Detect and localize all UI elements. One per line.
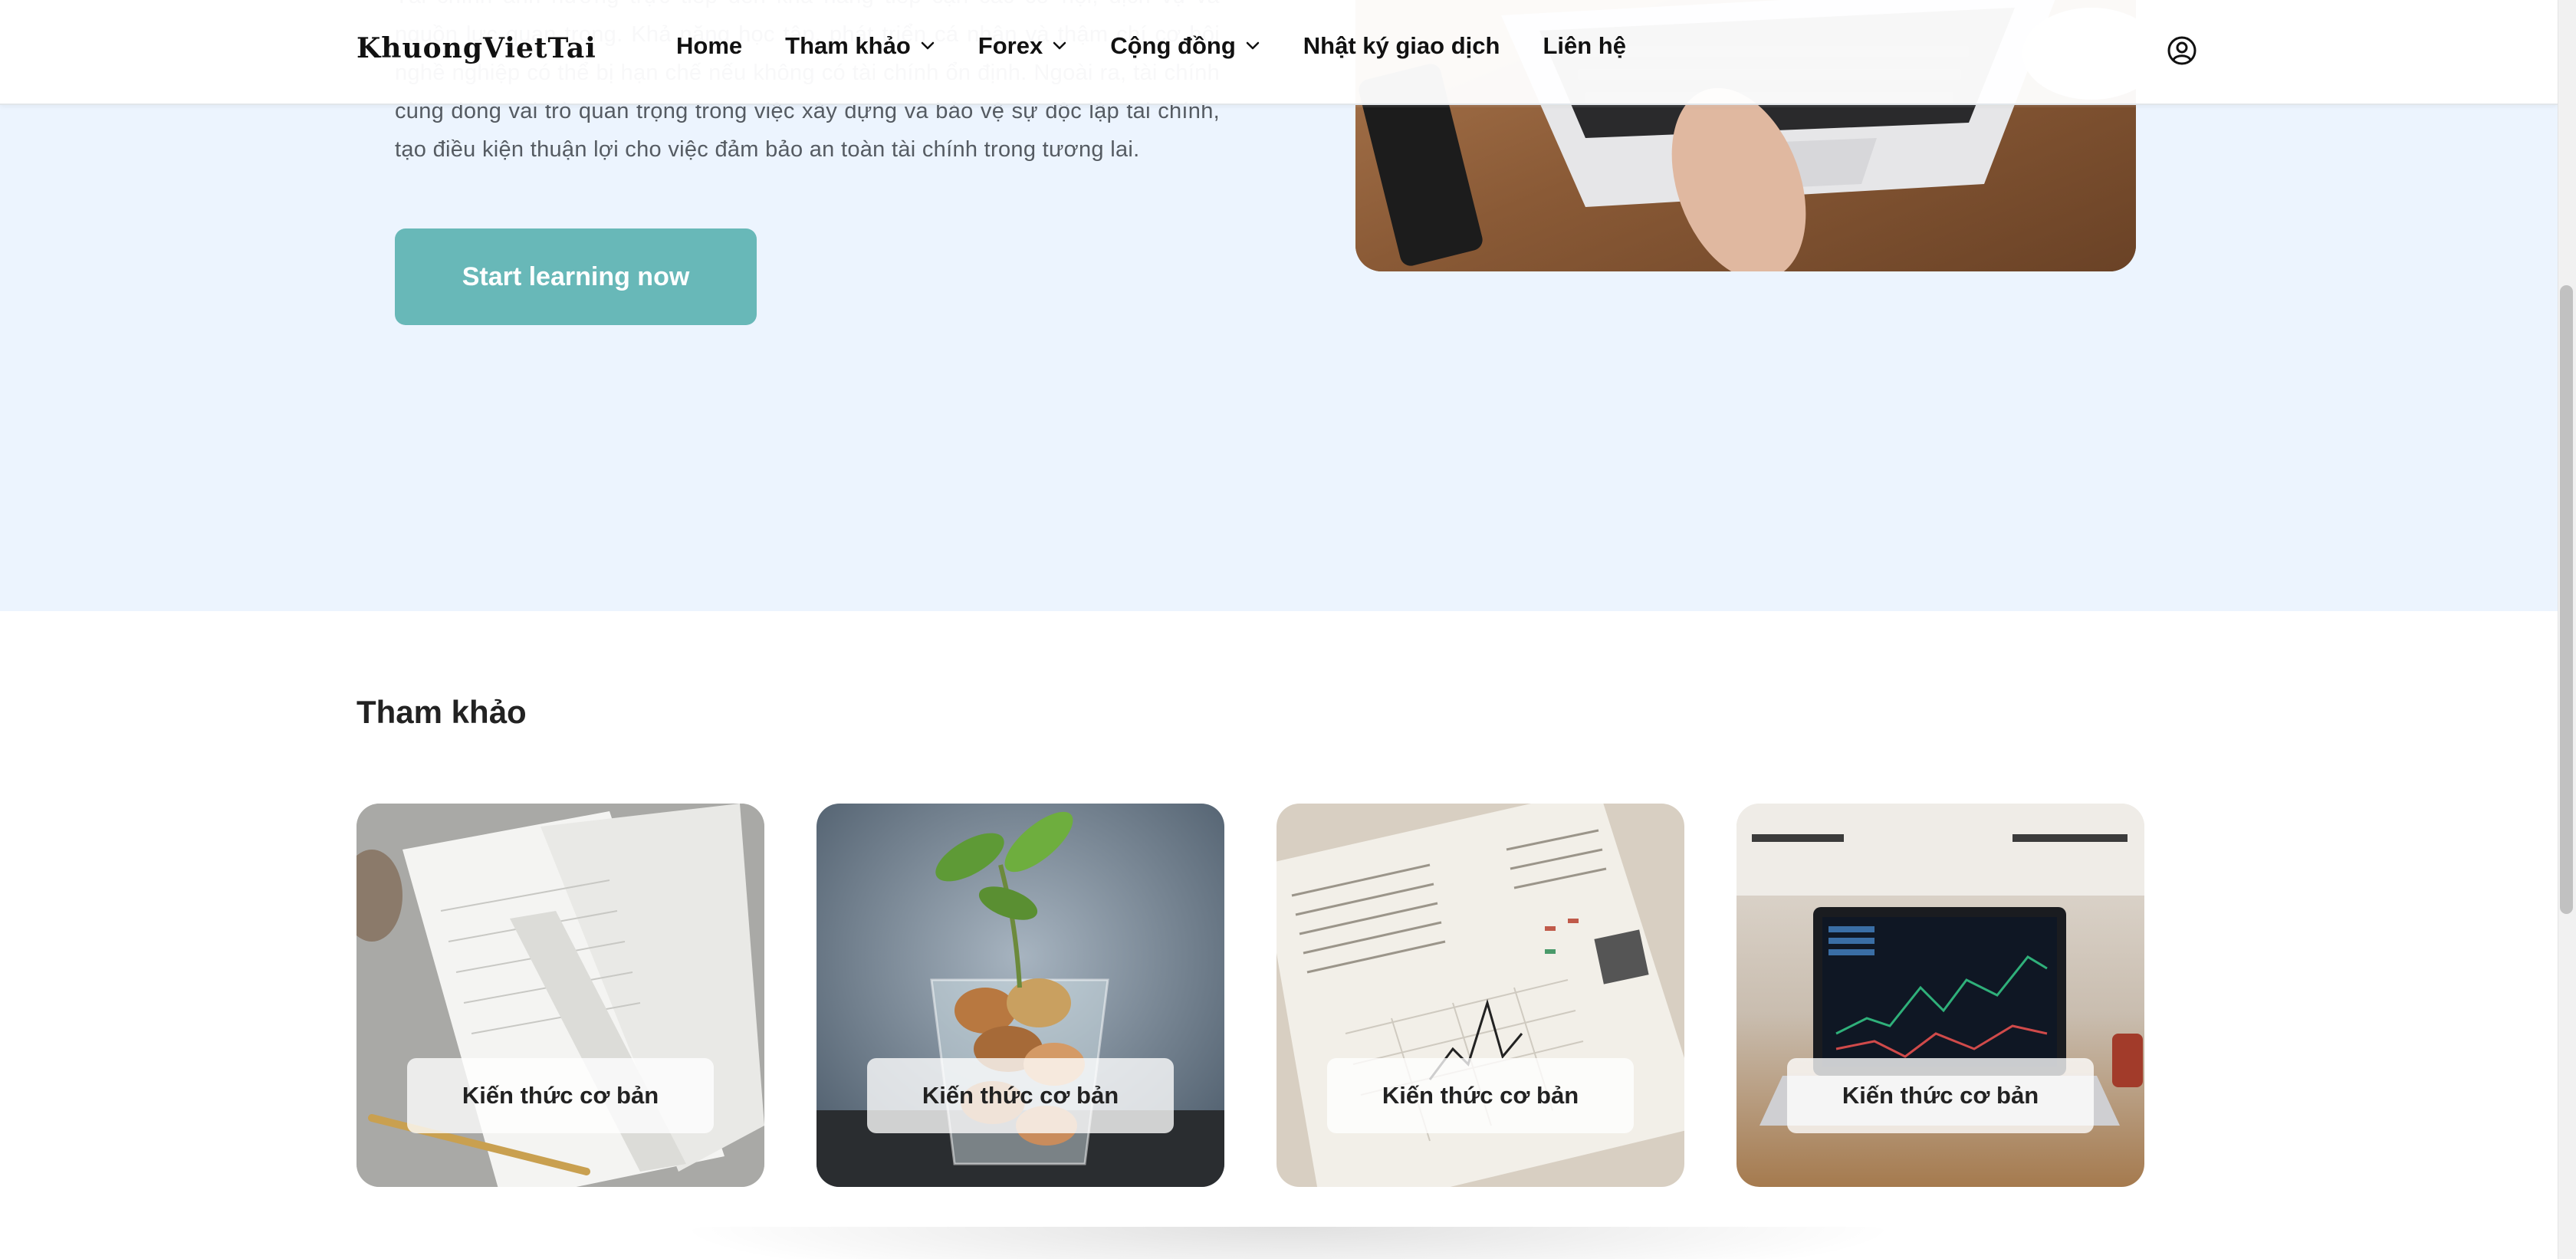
page-scrollbar-thumb[interactable] bbox=[2560, 285, 2573, 914]
reference-card[interactable]: Kiến thức cơ bản bbox=[1737, 804, 2144, 1187]
card-label: Kiến thức cơ bản bbox=[867, 1058, 1174, 1133]
nav-lien-he[interactable]: Liên hệ bbox=[1543, 32, 1626, 60]
section-divider-shadow bbox=[675, 1227, 1901, 1259]
nav-home[interactable]: Home bbox=[676, 32, 742, 60]
nav-nhat-ky-label: Nhật ký giao dịch bbox=[1303, 32, 1500, 59]
nav-home-label: Home bbox=[676, 32, 743, 59]
reference-card[interactable]: Kiến thức cơ bản bbox=[1276, 804, 1684, 1187]
nav-forex-label: Forex bbox=[978, 32, 1043, 59]
site-header: KhuongVietTai Home Tham khảo Forex Cộng … bbox=[0, 0, 2558, 105]
nav-cong-dong[interactable]: Cộng đồng bbox=[1110, 32, 1260, 60]
chevron-down-icon bbox=[1053, 41, 1066, 50]
user-circle-icon[interactable] bbox=[2167, 35, 2197, 66]
card-label: Kiến thức cơ bản bbox=[1787, 1058, 2094, 1133]
nav-tham-khao-label: Tham khảo bbox=[785, 32, 911, 59]
reference-card[interactable]: Kiến thức cơ bản bbox=[816, 804, 1224, 1187]
reference-card[interactable]: Kiến thức cơ bản bbox=[356, 804, 764, 1187]
nav-cong-dong-label: Cộng đồng bbox=[1110, 32, 1236, 59]
site-logo[interactable]: KhuongVietTai bbox=[356, 32, 596, 64]
main-nav: Home Tham khảo Forex Cộng đồng Nhật ký g… bbox=[676, 32, 1626, 60]
start-learning-button[interactable]: Start learning now bbox=[395, 228, 757, 325]
nav-tham-khao[interactable]: Tham khảo bbox=[785, 32, 935, 60]
card-label: Kiến thức cơ bản bbox=[1327, 1058, 1634, 1133]
nav-forex[interactable]: Forex bbox=[978, 32, 1067, 60]
chevron-down-icon bbox=[921, 41, 935, 50]
card-label: Kiến thức cơ bản bbox=[407, 1058, 714, 1133]
nav-nhat-ky-giao-dich[interactable]: Nhật ký giao dịch bbox=[1303, 32, 1500, 60]
chevron-down-icon bbox=[1246, 41, 1260, 50]
reference-section-title: Tham khảo bbox=[356, 694, 527, 730]
nav-lien-he-label: Liên hệ bbox=[1543, 32, 1626, 59]
